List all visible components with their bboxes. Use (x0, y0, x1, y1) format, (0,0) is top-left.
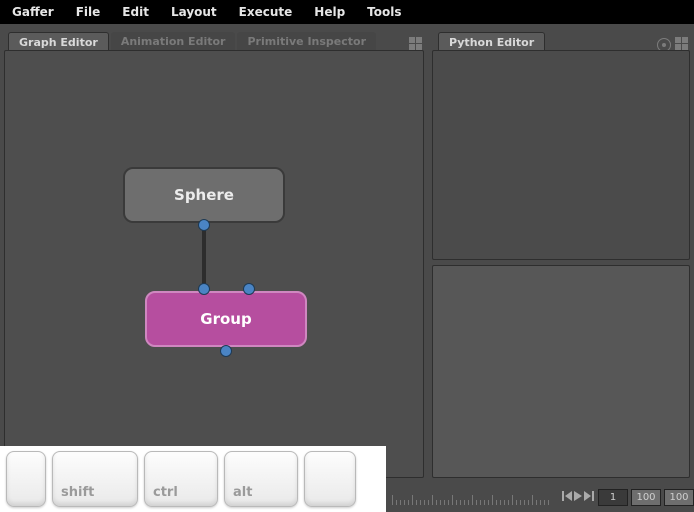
menu-edit[interactable]: Edit (122, 5, 149, 19)
timeline-frame-max[interactable]: 100 (664, 489, 694, 506)
tab-graph-editor[interactable]: Graph Editor (8, 32, 109, 52)
menu-bar: Gaffer File Edit Layout Execute Help Too… (0, 0, 694, 24)
menu-layout[interactable]: Layout (171, 5, 217, 19)
node-group-label: Group (200, 310, 251, 328)
left-tabrow: Graph Editor Animation Editor Primitive … (8, 30, 424, 52)
timeline: 1 100 100 (386, 482, 694, 512)
menu-gaffer[interactable]: Gaffer (12, 5, 54, 19)
menu-help[interactable]: Help (314, 5, 345, 19)
timeline-frame-end[interactable]: 100 (631, 489, 661, 506)
key-shift: shift (52, 451, 138, 507)
node-group-in-port-2[interactable] (243, 283, 255, 295)
node-group[interactable]: Group (145, 291, 307, 347)
key-blank-2 (304, 451, 356, 507)
node-sphere-out-port[interactable] (198, 219, 210, 231)
timeline-play-icon[interactable] (573, 490, 584, 504)
python-editor-input[interactable] (432, 265, 690, 478)
menu-file[interactable]: File (76, 5, 101, 19)
node-group-in-port-1[interactable] (198, 283, 210, 295)
key-alt: alt (224, 451, 298, 507)
graph-editor-panel[interactable]: Sphere Group (4, 50, 424, 478)
node-connection (202, 227, 206, 289)
timeline-ruler[interactable] (392, 487, 556, 507)
key-ctrl: ctrl (144, 451, 218, 507)
tab-python-editor[interactable]: Python Editor (438, 32, 545, 52)
tab-primitive-inspector[interactable]: Primitive Inspector (237, 32, 376, 52)
python-editor-output[interactable] (432, 50, 690, 260)
timeline-skip-fwd-icon[interactable] (584, 490, 595, 504)
node-group-out-port[interactable] (220, 345, 232, 357)
right-tabrow: Python Editor (438, 30, 690, 52)
timeline-skip-back-icon[interactable] (562, 490, 573, 504)
timeline-frame-start[interactable]: 1 (598, 489, 628, 506)
menu-tools[interactable]: Tools (367, 5, 401, 19)
node-sphere-label: Sphere (174, 186, 234, 204)
menu-execute[interactable]: Execute (239, 5, 293, 19)
node-sphere[interactable]: Sphere (123, 167, 285, 223)
tab-animation-editor[interactable]: Animation Editor (111, 32, 236, 52)
keyboard-overlay: shift ctrl alt (0, 446, 386, 512)
key-blank-1 (6, 451, 46, 507)
